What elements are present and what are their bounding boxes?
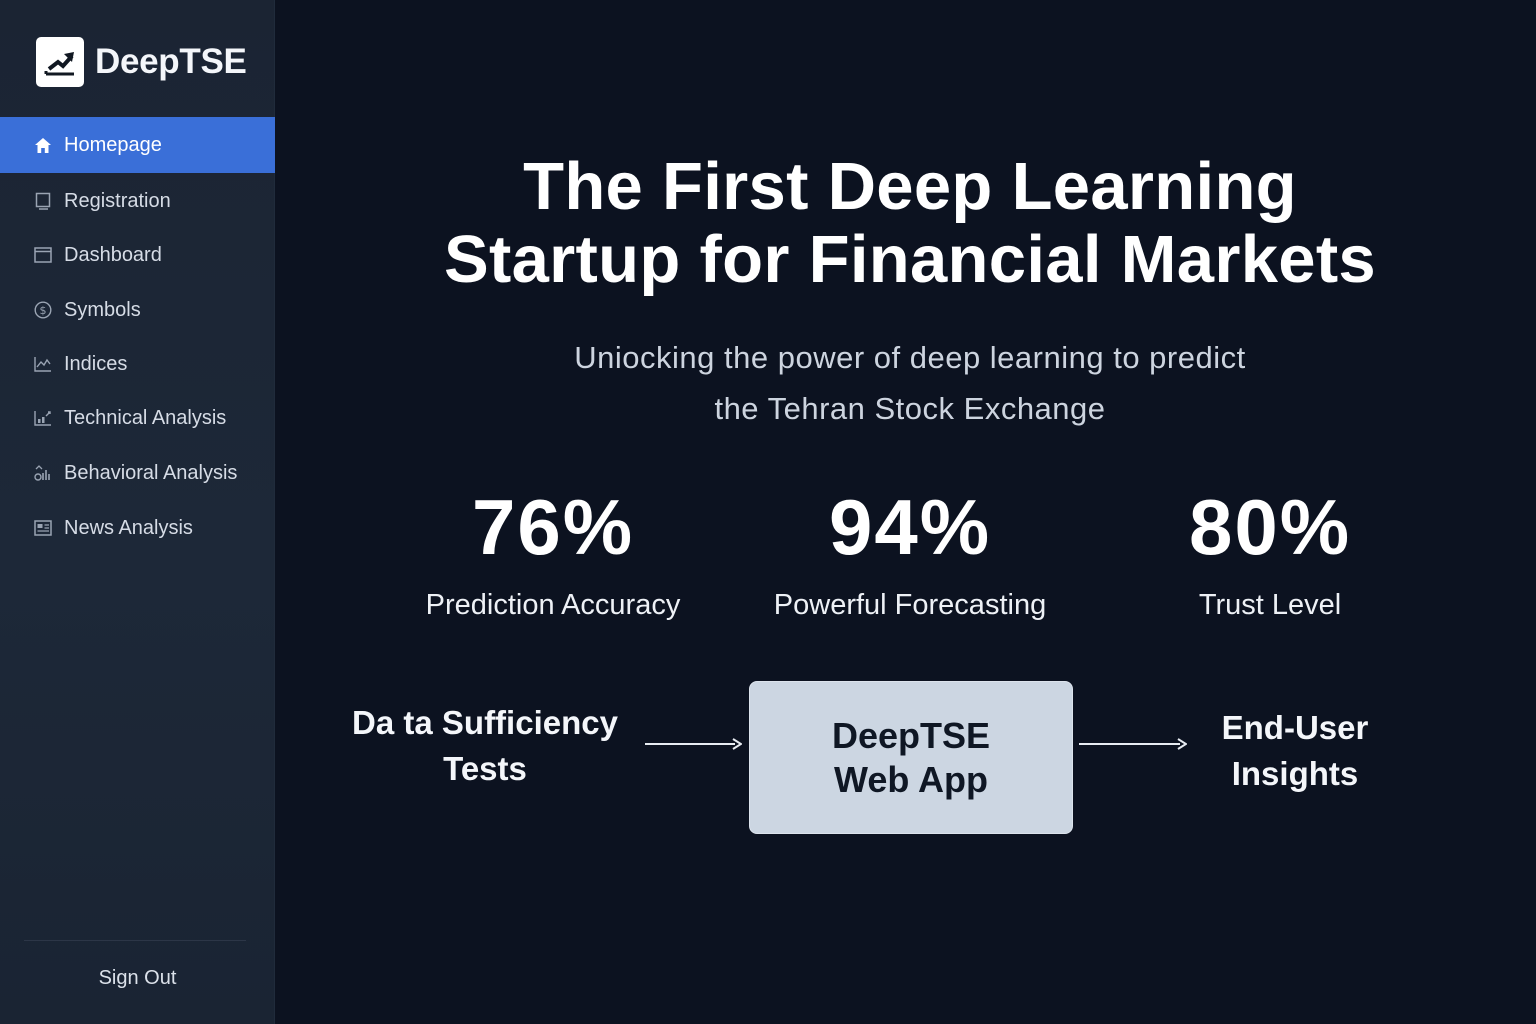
stat-label: Powerful Forecasting — [773, 589, 1047, 621]
registration-icon — [34, 192, 52, 210]
flow-input-line-2: Tests — [443, 750, 527, 787]
sidebar-item-homepage[interactable]: Homepage — [0, 117, 275, 173]
sidebar: DeepTSE Homepage Registration Dashboard — [0, 0, 275, 1024]
brand[interactable]: DeepTSE — [36, 37, 247, 87]
flow-arrow-right-icon — [645, 738, 742, 750]
sign-out-button[interactable]: Sign Out — [0, 960, 275, 996]
sidebar-item-dashboard[interactable]: Dashboard — [0, 227, 275, 283]
sidebar-item-registration[interactable]: Registration — [0, 173, 275, 229]
page-subtitle-line-1: Uniocking the power of deep learning to … — [574, 340, 1246, 375]
sidebar-item-indices[interactable]: Indices — [0, 336, 275, 392]
page-title-line-2: Startup for Financial Markets — [443, 222, 1376, 297]
flow-output-line-1: End-User — [1221, 709, 1369, 746]
trending-up-chart-icon — [36, 37, 84, 87]
app-root: DeepTSE Homepage Registration Dashboard — [0, 0, 1536, 1024]
stat-value: 76% — [471, 483, 635, 571]
page-title-line-1: The First Deep Learning — [523, 149, 1297, 224]
sidebar-item-label: Homepage — [64, 133, 162, 156]
technical-chart-icon — [34, 409, 52, 427]
sidebar-item-label: Symbols — [64, 298, 141, 321]
stat-powerful-forecasting: 94% Powerful Forecasting — [730, 482, 1090, 622]
stat-trust-level: 80% Trust Level — [1090, 482, 1450, 622]
sidebar-item-label: Behavioral Analysis — [64, 461, 238, 484]
sidebar-item-symbols[interactable]: $ Symbols — [0, 282, 275, 338]
svg-text:$: $ — [40, 304, 47, 317]
line-chart-icon — [34, 355, 52, 373]
page-title: The First Deep Learning Startup for Fina… — [330, 150, 1490, 296]
dollar-circle-icon: $ — [34, 301, 52, 319]
sidebar-item-label: Indices — [64, 352, 128, 375]
flow-center-line-1: DeepTSE — [831, 714, 991, 756]
flow-output-line-2: Insights — [1231, 755, 1359, 792]
flow-input-label: Da ta Sufficiency Tests — [330, 700, 640, 792]
stat-prediction-accuracy: 76% Prediction Accuracy — [373, 482, 733, 622]
sidebar-item-label: News Analysis — [64, 516, 193, 539]
sidebar-item-news-analysis[interactable]: News Analysis — [0, 500, 275, 556]
dashboard-icon — [34, 246, 52, 264]
flow-center-box: DeepTSE Web App — [749, 681, 1073, 834]
page-subtitle: Uniocking the power of deep learning to … — [440, 332, 1380, 434]
stat-label: Trust Level — [1198, 589, 1342, 621]
flow-center-line-2: Web App — [834, 758, 988, 800]
stat-value: 80% — [1188, 483, 1352, 571]
sidebar-item-label: Dashboard — [64, 243, 162, 266]
sidebar-item-label: Registration — [64, 189, 171, 212]
newspaper-icon — [34, 519, 52, 537]
sidebar-item-label: Technical Analysis — [64, 406, 227, 429]
page-subtitle-line-2: the Tehran Stock Exchange — [714, 391, 1106, 426]
sidebar-item-technical-analysis[interactable]: Technical Analysis — [0, 390, 275, 446]
behavioral-icon — [34, 464, 52, 482]
flow-input-line-1: Da ta Sufficiency — [352, 704, 618, 741]
sidebar-divider — [24, 940, 246, 941]
stat-label: Prediction Accuracy — [425, 589, 681, 621]
brand-name: DeepTSE — [95, 42, 247, 81]
stat-value: 94% — [828, 483, 992, 571]
flow-arrow-right-icon — [1079, 738, 1187, 750]
sidebar-item-behavioral-analysis[interactable]: Behavioral Analysis — [0, 445, 275, 501]
flow-output-label: End-User Insights — [1190, 705, 1400, 797]
home-icon — [34, 136, 52, 154]
